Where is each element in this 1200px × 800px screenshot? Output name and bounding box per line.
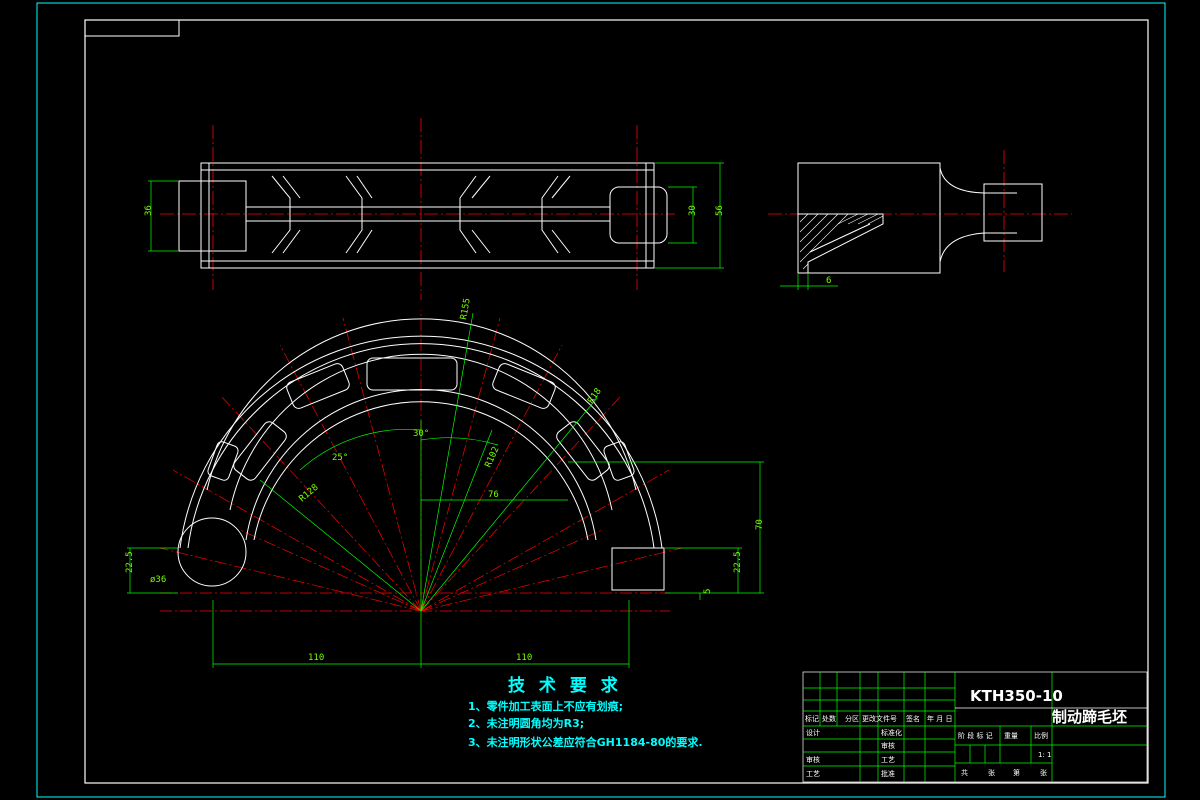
dim-bottom-left-110: 110 — [308, 653, 324, 663]
front-view: 76 70 22.5 5 22.5 110 110 30° 25° ø36 R1… — [125, 297, 765, 668]
top-view: 36 30 56 — [144, 118, 725, 300]
dim-angle-25: 25° — [332, 453, 348, 463]
tb-count: 处数 — [822, 714, 836, 723]
dim-right-5: 5 — [703, 589, 713, 594]
tb-total: 共 — [961, 768, 968, 777]
tb-zone: 分区 — [845, 714, 859, 723]
tech-req-title: 技 术 要 求 — [508, 675, 622, 696]
tech-requirements: 技 术 要 求 1、零件加工表面上不应有划痕; 2、未注明圆角均为R3; 3、未… — [468, 675, 703, 749]
tb-design: 设计 — [806, 728, 820, 737]
tb-check: 审核 — [806, 755, 820, 764]
dim-r-outer: R155 — [459, 297, 473, 320]
tb-mark: 标记 — [805, 714, 819, 723]
dim-height-70: 70 — [755, 519, 765, 530]
tech-req-line-3: 3、未注明形状公差应符合GH1184-80的要求. — [468, 735, 703, 749]
tb-stage-mark: 阶 段 标 记 — [958, 731, 993, 740]
tb-review: 审核 — [881, 741, 895, 750]
part-number: KTH350-10 — [970, 687, 1063, 705]
corner-label-box — [84, 19, 180, 37]
dim-r-mid: R102 — [484, 445, 502, 469]
tb-standardize: 标准化 — [881, 728, 902, 737]
dim-left-22-5: 22.5 — [125, 551, 135, 573]
dim-right-22-5: 22.5 — [733, 551, 743, 573]
tb-of: 第 — [1013, 768, 1020, 777]
tb-change-doc: 更改文件号 — [862, 714, 897, 723]
dim-angle-30: 30° — [413, 429, 429, 439]
tb-sheet: 张 — [988, 768, 995, 777]
side-view: 6 — [768, 150, 1072, 290]
dim-offset-76: 76 — [488, 490, 499, 500]
dim-r-inner: R128 — [298, 483, 321, 505]
cad-drawing-canvas: 36 30 56 6 76 70 22.5 5 22.5 110 110 30°… — [36, 2, 1166, 798]
tb-signature: 签名 — [906, 714, 920, 723]
tech-req-line-1: 1、零件加工表面上不应有划痕; — [468, 699, 623, 713]
drawing-frame — [84, 19, 1149, 784]
dim-top-left-height: 36 — [144, 205, 154, 216]
dim-top-right-outer: 56 — [715, 205, 725, 216]
tb-process: 工艺 — [806, 770, 820, 778]
tb-date: 年 月 日 — [927, 714, 952, 723]
part-name: 制动蹄毛坯 — [1052, 708, 1127, 726]
scale-value: 1: 1 — [1038, 751, 1052, 759]
dim-dia-36: ø36 — [150, 575, 166, 585]
tb-ratio: 比例 — [1034, 731, 1048, 740]
tb-process-label: 工艺 — [881, 756, 895, 764]
dim-side-thickness: 6 — [826, 276, 831, 286]
tb-weight: 重量 — [1004, 732, 1018, 740]
dim-top-right-inner: 30 — [688, 205, 698, 216]
tb-sheet2: 张 — [1040, 768, 1047, 777]
dim-bottom-right-110: 110 — [516, 653, 532, 663]
tech-req-line-2: 2、未注明圆角均为R3; — [468, 716, 584, 730]
tb-approve: 批准 — [881, 769, 895, 778]
dim-r-18: R18 — [586, 387, 604, 406]
